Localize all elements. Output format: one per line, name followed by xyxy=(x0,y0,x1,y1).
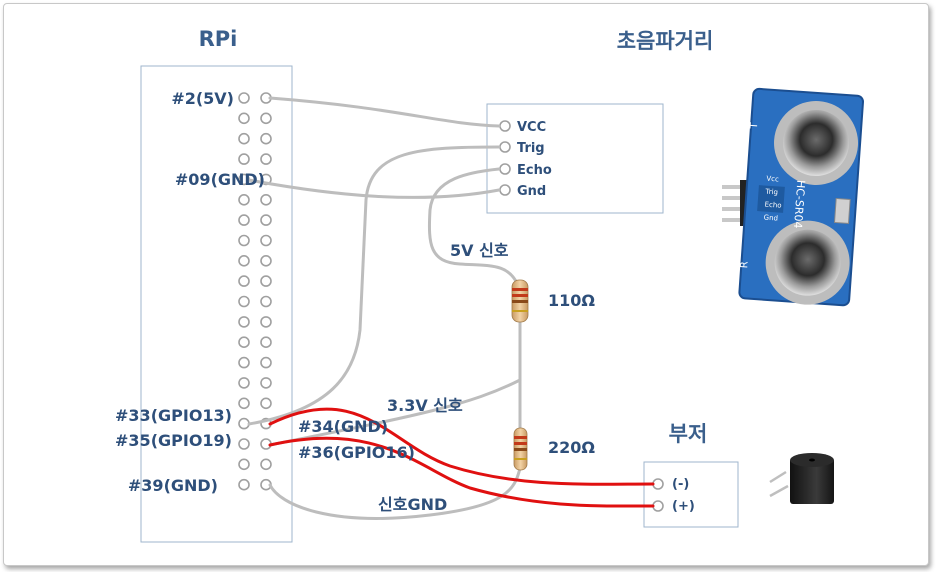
signal-label-gnd: 신호GND xyxy=(378,495,447,514)
silk-vcc: Vcc xyxy=(766,175,779,184)
ultrasonic-title: 초음파거리 xyxy=(617,29,714,53)
buzzer-label-neg: (-) xyxy=(672,477,689,492)
gpio-pin-11 xyxy=(238,194,250,206)
gpio-pin-6 xyxy=(260,132,272,145)
gpio-pin-23 xyxy=(238,316,250,328)
gpio-pin-37 xyxy=(238,458,250,471)
gpio-pin-32 xyxy=(260,397,272,410)
gpio-pin-17 xyxy=(238,254,250,267)
pin-label-9: #09(GND) xyxy=(175,170,265,189)
pin-label-36: #36(GPIO16) xyxy=(298,443,415,462)
gpio-pin-39 xyxy=(238,478,250,491)
pin-label-33: #33(GPIO13) xyxy=(115,406,232,425)
sensor-label-echo: Echo xyxy=(517,163,552,178)
rpi-title: RPi xyxy=(199,27,238,51)
hc-sr04-module-image: Vcc Trig Echo Gnd HC-SR04 T R xyxy=(722,87,864,307)
sensor-pin-trig xyxy=(499,141,511,153)
gpio-pin-29 xyxy=(238,377,250,389)
gpio-pin-12 xyxy=(260,194,272,206)
gpio-pin-22 xyxy=(260,295,272,308)
sensor-label-gnd: Gnd xyxy=(517,184,546,199)
gpio-pin-33 xyxy=(238,417,250,430)
gpio-pin-4 xyxy=(260,112,272,125)
silk-r: R xyxy=(739,261,750,269)
gpio-pin-25 xyxy=(238,336,250,349)
gpio-pin-16 xyxy=(260,234,272,247)
resistor-110 xyxy=(511,279,529,323)
resistor-label-220: 220Ω xyxy=(548,438,595,457)
gpio-pin-28 xyxy=(260,356,272,369)
resistor-label-110: 110Ω xyxy=(548,291,595,310)
silk-trig: Trig xyxy=(764,188,778,197)
sensor-pin-vcc xyxy=(499,120,511,132)
gpio-pin-7 xyxy=(238,153,250,165)
resistor-220 xyxy=(513,427,528,471)
gpio-pin-27 xyxy=(238,356,250,369)
gpio-pin-35 xyxy=(238,438,250,450)
signal-label-3v3: 3.3V 신호 xyxy=(387,396,463,415)
gpio-pin-38 xyxy=(260,458,272,471)
gpio-pin-19 xyxy=(238,275,250,287)
gpio-pin-15 xyxy=(238,234,250,247)
gpio-pin-13 xyxy=(238,214,250,226)
pin-label-34: #34(GND) xyxy=(298,417,388,436)
sensor-label-trig: Trig xyxy=(517,141,545,156)
ultrasonic-pin-box xyxy=(486,103,664,214)
wiring-diagram: RPi 초음파거리 부저 VCC Trig Echo Gnd (-) (+) #… xyxy=(115,27,864,543)
gpio-pin-24 xyxy=(260,316,272,328)
wire-5v-vcc xyxy=(268,96,501,128)
gpio-pin-1 xyxy=(238,92,250,104)
gpio-pin-21 xyxy=(238,295,250,308)
gpio-pin-31 xyxy=(238,397,250,410)
gpio-pin-20 xyxy=(260,275,272,287)
sensor-label-vcc: VCC xyxy=(517,120,546,135)
gpio-pin-30 xyxy=(260,377,272,389)
pin-label-2: #2(5V) xyxy=(171,89,234,108)
silk-echo: Echo xyxy=(764,201,782,210)
gpio-pin-14 xyxy=(260,214,272,226)
silk-gnd: Gnd xyxy=(763,214,778,223)
sensor-pin-echo xyxy=(499,163,511,175)
sensor-pin-gnd xyxy=(499,184,511,196)
pin-label-35: #35(GPIO19) xyxy=(115,431,232,450)
buzzer-image xyxy=(769,453,834,504)
signal-label-5v: 5V 신호 xyxy=(450,241,509,260)
gpio-pin-8 xyxy=(260,153,272,165)
buzzer-title: 부저 xyxy=(669,422,708,446)
gpio-pin-3 xyxy=(238,112,250,125)
pin-label-39: #39(GND) xyxy=(128,476,218,495)
gpio-pin-5 xyxy=(238,132,250,145)
gpio-pin-18 xyxy=(260,254,272,267)
gpio-pin-26 xyxy=(260,336,272,349)
buzzer-label-pos: (+) xyxy=(672,499,695,514)
buzzer-pin-box xyxy=(643,461,739,528)
